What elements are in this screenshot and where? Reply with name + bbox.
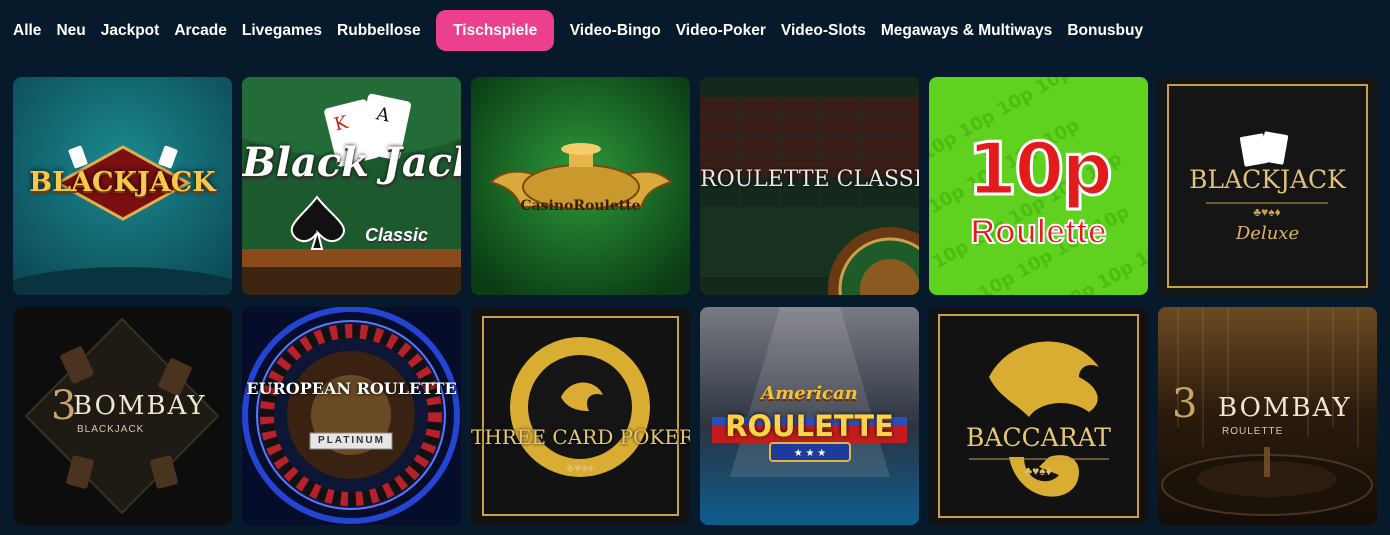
game-title: CasinoRoulette [520, 198, 641, 214]
game-tile-blackjack-deluxe[interactable]: ♣♥♠♦ BLACKJACK Deluxe [1158, 77, 1377, 295]
tab-tischspiele[interactable]: Tischspiele [436, 10, 555, 51]
game-title: Black Jack [242, 139, 461, 186]
tab-video-slots[interactable]: Video-Slots [773, 10, 873, 51]
game-subtitle: PLATINUM [318, 435, 385, 446]
tab-rubbellose[interactable]: Rubbellose [330, 10, 429, 51]
game-tile-roulette-classic[interactable]: ROULETTE CLASSIC [700, 77, 919, 295]
game-subtitle: ROULETTE [725, 409, 894, 443]
game-subtitle: Deluxe [1235, 223, 1300, 244]
tab-alle[interactable]: Alle [13, 10, 49, 51]
tab-arcade[interactable]: Arcade [167, 10, 235, 51]
svg-text:★ ★ ★: ★ ★ ★ [794, 448, 826, 459]
game-tile-baccarat[interactable]: ♣♥♠♦ BACCARAT [929, 307, 1148, 525]
game-subtitle: BLACKJACK [77, 424, 145, 435]
svg-text:♣♥♠♦: ♣♥♠♦ [1253, 205, 1281, 219]
tab-video-poker[interactable]: Video-Poker [668, 10, 773, 51]
game-title: EUROPEAN ROULETTE [246, 379, 457, 398]
game-tile-blackjack[interactable]: BLACKJACK [13, 77, 232, 295]
game-title: BACCARAT [966, 423, 1111, 452]
game-title: BOMBAY [73, 391, 207, 421]
svg-text:♣♥♠♦: ♣♥♠♦ [1024, 464, 1052, 478]
tab-video-bingo[interactable]: Video-Bingo [562, 10, 668, 51]
game-tile-american-roulette[interactable]: ★ ★ ★ American ROULETTE [700, 307, 919, 525]
game-title: BLACKJACK [1189, 165, 1346, 194]
svg-text:3: 3 [1172, 381, 1197, 427]
game-tile-bombay-blackjack[interactable]: 3 BOMBAY BLACKJACK [13, 307, 232, 525]
game-title: 10p [966, 126, 1115, 213]
game-tile-european-roulette[interactable]: EUROPEAN ROULETTE PLATINUM [242, 307, 461, 525]
game-tile-black-jack-classic[interactable]: K A Black Jack Classic [242, 77, 461, 295]
game-tile-10p-roulette[interactable]: 10p 10p 10p 10p 10p 10p 10p 10p 10p 10p … [929, 77, 1148, 295]
game-subtitle: Classic [364, 225, 429, 245]
game-tile-casino-roulette[interactable]: CasinoRoulette [471, 77, 690, 295]
game-tile-bombay-roulette[interactable]: 3 BOMBAY ROULETTE [1158, 307, 1377, 525]
game-subtitle: ROULETTE [1222, 426, 1284, 437]
game-title: ROULETTE CLASSIC [700, 167, 919, 192]
tab-neu[interactable]: Neu [49, 10, 93, 51]
game-title: BLACKJACK [29, 167, 216, 198]
game-tile-three-card-poker[interactable]: ♣♥♠♦ THREE CARD POKER [471, 307, 690, 525]
black-jack-classic-artwork: K A [242, 77, 461, 295]
game-title: THREE CARD POKER [471, 425, 690, 449]
tab-bonusbuy[interactable]: Bonusbuy [1060, 10, 1151, 51]
category-nav: Alle Neu Jackpot Arcade Livegames Rubbel… [0, 10, 1151, 51]
baccarat-artwork: ♣♥♠♦ [929, 307, 1148, 525]
tab-megaways-multiways[interactable]: Megaways & Multiways [873, 10, 1059, 51]
european-roulette-artwork [242, 307, 461, 525]
three-card-poker-artwork: ♣♥♠♦ [471, 307, 690, 525]
tab-jackpot[interactable]: Jackpot [93, 10, 167, 51]
game-grid: BLACKJACK K A Black Jack Classic CasinoR… [13, 77, 1377, 525]
tab-livegames[interactable]: Livegames [234, 10, 329, 51]
game-title: American [761, 383, 858, 404]
casino-roulette-artwork [471, 77, 690, 295]
svg-text:♣♥♠♦: ♣♥♠♦ [566, 461, 594, 475]
game-title: BOMBAY [1218, 393, 1352, 423]
game-subtitle: Roulette [970, 212, 1108, 252]
